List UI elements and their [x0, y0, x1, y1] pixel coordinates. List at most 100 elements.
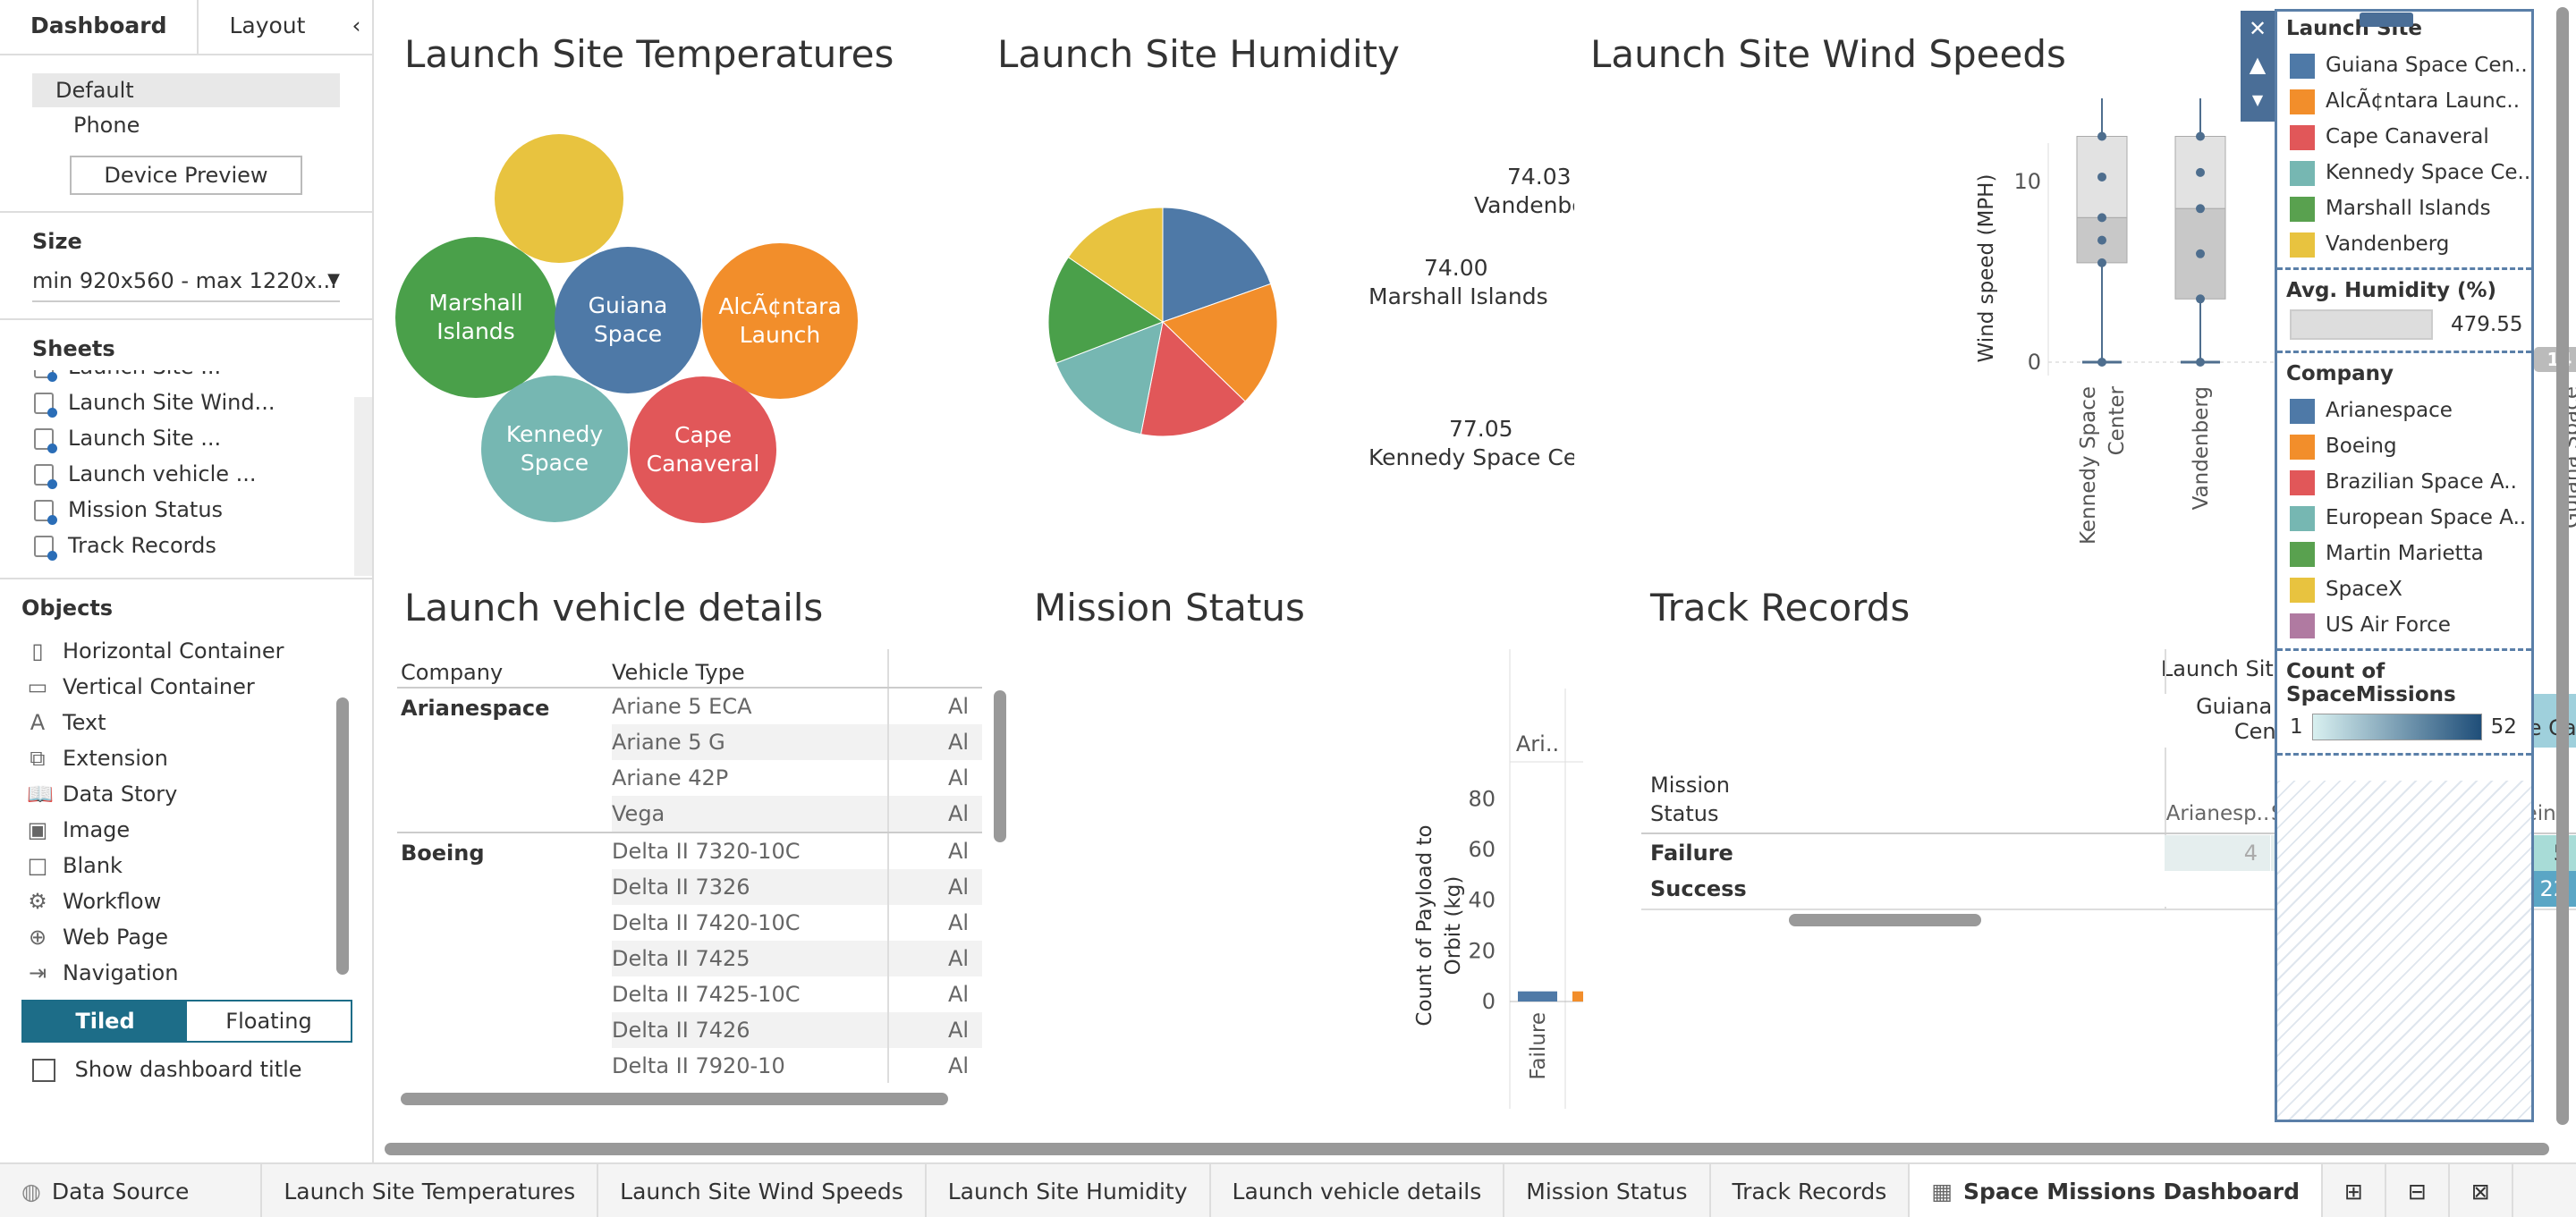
sheet-tab[interactable]: Launch Site Temperatures [262, 1164, 599, 1217]
company-legend-item[interactable]: Brazilian Space A.. [2277, 464, 2531, 500]
wind-point[interactable] [2196, 294, 2205, 304]
temperature-bubble[interactable] [495, 134, 623, 263]
vehicle-row[interactable]: Vega Al [612, 796, 982, 832]
wind-point[interactable] [2097, 172, 2106, 182]
sheets-scrollbar[interactable] [354, 397, 372, 576]
size-dropdown[interactable]: min 920x560 - max 1220x... ▼ [32, 268, 340, 302]
vehicle-row[interactable]: Delta II 7326 Al [612, 869, 982, 905]
tiled-button[interactable]: Tiled [23, 1001, 187, 1041]
track-cell[interactable]: 4 [2165, 835, 2271, 871]
launch-site-legend-item[interactable]: Kennedy Space Ce.. [2277, 155, 2531, 190]
temperature-bubble[interactable] [555, 247, 701, 393]
extension-icon: ⧉ [30, 746, 46, 771]
object-item[interactable]: ⇥ Navigation [27, 955, 372, 991]
company-legend-item[interactable]: SpaceX [2277, 571, 2531, 607]
wind-point[interactable] [2196, 249, 2205, 258]
vehicle-row[interactable]: Delta II 7320-10C Al [612, 833, 982, 869]
collapse-icon[interactable]: ‹ [335, 0, 377, 54]
sheet-item[interactable]: Track Records [34, 528, 372, 563]
floating-button[interactable]: Floating [187, 1001, 351, 1041]
vertical-scrollbar[interactable] [2556, 7, 2569, 1125]
mission-bar[interactable] [1518, 991, 1557, 1001]
vehicle-row[interactable]: Delta II 7425 Al [612, 941, 982, 976]
dashboard-hscrollbar[interactable] [385, 1143, 2549, 1155]
show-title-checkbox[interactable] [32, 1059, 55, 1082]
object-item[interactable]: ▭ Vertical Container [27, 669, 372, 705]
object-item[interactable]: ⊕ Web Page [27, 919, 372, 955]
show-title-row[interactable]: Show dashboard title [32, 1057, 372, 1082]
more-options-icon[interactable]: ▼ [2241, 82, 2275, 118]
sheet-tab[interactable]: Launch vehicle details [1211, 1164, 1505, 1217]
device-phone[interactable]: Phone [32, 107, 372, 143]
close-icon[interactable]: ✕ [2241, 11, 2275, 46]
wind-point[interactable] [2196, 204, 2205, 214]
vehicle-hscrollbar[interactable] [401, 1093, 948, 1105]
tab-layout[interactable]: Layout [199, 0, 335, 54]
new-dashboard-icon[interactable]: ⊟ [2386, 1164, 2450, 1217]
vehicle-row[interactable]: Delta II 7920-10 Al [612, 1048, 982, 1083]
wind-point[interactable] [2196, 131, 2205, 141]
tab-dashboard[interactable]: Dashboard [0, 0, 199, 54]
company-legend-item[interactable]: US Air Force [2277, 607, 2531, 643]
object-item[interactable]: A Text [27, 705, 372, 740]
company-legend-item[interactable]: Arianespace [2277, 393, 2531, 428]
company-legend-item[interactable]: Boeing [2277, 428, 2531, 464]
launch-site-legend-item[interactable]: Marshall Islands [2277, 190, 2531, 226]
vehicle-row[interactable]: Delta II 7425-10C Al [612, 976, 982, 1012]
objects-scrollbar[interactable] [336, 697, 349, 975]
vehicle-row[interactable]: Ariane 5 ECA Al [612, 689, 982, 724]
object-item[interactable]: 📖 Data Story [27, 776, 372, 812]
pin-icon[interactable]: ▲ [2241, 46, 2275, 82]
sheet-tab[interactable]: ◍ Data Source [0, 1164, 263, 1217]
sheet-tab[interactable]: Launch Site Wind Speeds [598, 1164, 927, 1217]
new-worksheet-icon[interactable]: ⊞ [2323, 1164, 2386, 1217]
object-item[interactable]: ▣ Image [27, 812, 372, 848]
track-row-header: Mission Status [1650, 773, 1730, 826]
new-story-icon[interactable]: ⊠ [2450, 1164, 2513, 1217]
launch-site-legend-item[interactable]: AlcÃ¢ntara Launc.. [2277, 83, 2531, 119]
sheet-tab[interactable]: Mission Status [1504, 1164, 1711, 1217]
vehicle-vscrollbar[interactable] [994, 690, 1006, 842]
object-item[interactable]: ⧉ Extension [27, 740, 372, 776]
wind-point[interactable] [2097, 235, 2106, 245]
temperature-bubble[interactable] [630, 376, 776, 523]
track-cell[interactable] [2165, 871, 2271, 907]
company-legend-item[interactable]: Martin Marietta [2277, 536, 2531, 571]
company-legend-item[interactable]: European Space A.. [2277, 500, 2531, 536]
wind-point[interactable] [2097, 213, 2106, 223]
mission-bar[interactable] [1572, 991, 1583, 1001]
wind-point[interactable] [2097, 258, 2106, 267]
track-hscrollbar[interactable] [1789, 914, 1981, 926]
device-default[interactable]: Default [32, 73, 340, 107]
temperature-bubble[interactable] [481, 376, 628, 522]
sheet-tab[interactable]: Track Records [1711, 1164, 1911, 1217]
sheet-item[interactable]: Launch vehicle ... [34, 456, 372, 492]
wind-point[interactable] [2097, 131, 2106, 141]
sheet-tab[interactable]: Launch Site Humidity [927, 1164, 1211, 1217]
vehicle-row[interactable]: Ariane 42P Al [612, 760, 982, 796]
wind-point[interactable] [2196, 358, 2205, 367]
sheet-item[interactable]: Launch Site ... [34, 370, 372, 385]
sheet-tabs-bar: ◍ Data Source Launch Site Temperatures Laun… [0, 1162, 2576, 1217]
sheet-item[interactable]: Launch Site ... [34, 420, 372, 456]
object-item[interactable]: ▯ Horizontal Container [27, 633, 372, 669]
vehicle-row[interactable]: Delta II 7420-10C Al [612, 905, 982, 941]
wind-point[interactable] [2097, 358, 2106, 367]
device-preview-button[interactable]: Device Preview [70, 156, 302, 195]
launch-site-legend-item[interactable]: Vandenberg [2277, 226, 2531, 262]
launch-site-legend-item[interactable]: Cape Canaveral [2277, 119, 2531, 155]
vehicle-row[interactable]: Ariane 5 G Al [612, 724, 982, 760]
sheet-item[interactable]: Mission Status [34, 492, 372, 528]
wind-point[interactable] [2196, 167, 2205, 177]
object-label: Navigation [63, 960, 179, 985]
sheet-tab[interactable]: ▦ Space Missions Dashboard [1910, 1164, 2324, 1217]
drag-handle-icon[interactable] [2360, 13, 2413, 27]
launch-site-legend-item[interactable]: Guiana Space Cen.. [2277, 47, 2531, 83]
object-item[interactable]: □ Blank [27, 848, 372, 883]
temperature-bubble[interactable] [702, 243, 858, 399]
legend-label: US Air Force [2326, 613, 2451, 637]
temperature-bubble[interactable] [395, 237, 556, 398]
vehicle-row[interactable]: Delta II 7426 Al [612, 1012, 982, 1048]
sheet-item[interactable]: Launch Site Wind... [34, 385, 372, 420]
object-item[interactable]: ⚙ Workflow [27, 883, 372, 919]
